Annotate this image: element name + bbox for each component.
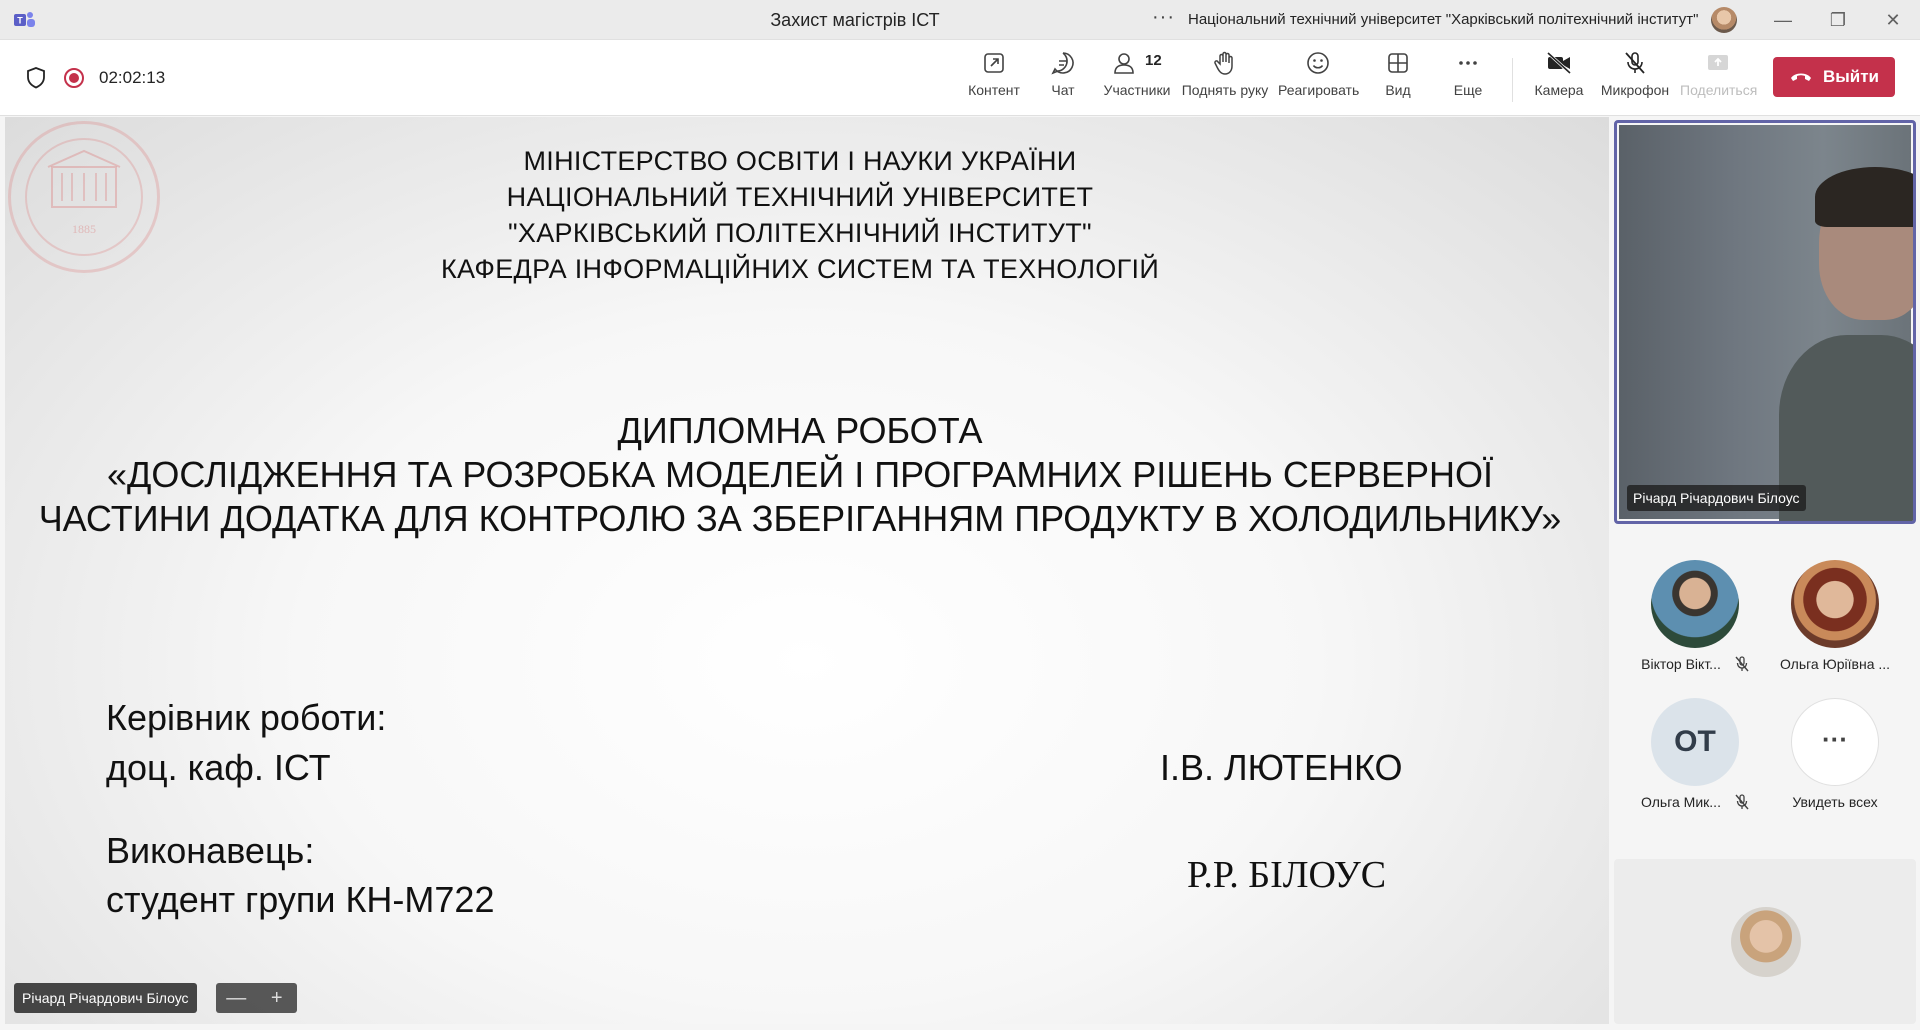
title-line: «ДОСЛІДЖЕННЯ ТА РОЗРОБКА МОДЕЛЕЙ І ПРОГР… [107, 454, 1493, 495]
header-line: "ХАРКІВСЬКИЙ ПОЛІТЕХНІЧНИЙ ІНСТИТУТ" [508, 218, 1092, 248]
supervisor-position: доц. каф. ІСТ [106, 747, 331, 788]
recording-indicator-icon [64, 68, 84, 88]
emoji-icon [1307, 52, 1329, 74]
header-line: МІНІСТЕРСТВО ОСВІТИ І НАУКИ УКРАЇНИ [523, 146, 1077, 176]
author-name: Р.Р. БІЛОУС [1187, 854, 1387, 896]
title-line: ЧАСТИНИ ДОДАТКА ДЛЯ КОНТРОЛЮ ЗА ЗБЕРІГАН… [38, 498, 1562, 539]
author-label: Виконавець: [106, 830, 315, 871]
avatar: ОТ [1651, 698, 1739, 786]
leave-button[interactable]: Выйти [1773, 57, 1895, 97]
microphone-button[interactable]: Микрофон [1600, 50, 1670, 110]
participants-panel: Річард Річардович Білоус Віктор Вікт... … [1610, 117, 1920, 1024]
content-label: Контент [968, 82, 1020, 98]
microphone-off-icon [1625, 52, 1645, 74]
camera-button[interactable]: Камера [1533, 50, 1585, 110]
raise-hand-label: Поднять руку [1181, 82, 1269, 98]
chat-button[interactable]: Чат [1044, 50, 1082, 110]
participant-name: Віктор Вікт... [1641, 656, 1721, 672]
meeting-timer: 02:02:13 [99, 68, 166, 87]
share-label: Поделиться [1680, 82, 1758, 98]
toolbar-divider [1512, 58, 1513, 102]
avatar [1791, 560, 1879, 648]
header-line: КАФЕДРА ІНФОРМАЦІЙНИХ СИСТЕМ ТА ТЕХНОЛОГ… [440, 254, 1160, 284]
self-view-tile[interactable] [1614, 859, 1916, 1024]
svg-text:T: T [17, 16, 23, 26]
participant-name: Ольга Мик... [1641, 794, 1721, 810]
hang-up-icon [1790, 73, 1811, 81]
zoom-controls: — + [216, 983, 297, 1013]
mic-muted-icon [1735, 656, 1749, 672]
header-line: НАЦІОНАЛЬНИЙ ТЕХНІЧНИЙ УНІВЕРСИТЕТ [506, 182, 1094, 212]
more-button[interactable]: Еще [1450, 50, 1486, 110]
shield-icon[interactable] [25, 66, 47, 90]
see-all-button[interactable]: ··· Увидеть всех [1765, 698, 1905, 816]
meeting-toolbar: 02:02:13 Контент Чат 12 Участники Поднят… [0, 40, 1920, 116]
react-button[interactable]: Реагировать [1278, 50, 1360, 110]
supervisor-label: Керівник роботи: [106, 697, 387, 738]
see-all-label: Увидеть всех [1792, 794, 1878, 810]
slide-title: ДИПЛОМНА РОБОТА «ДОСЛІДЖЕННЯ ТА РОЗРОБКА… [5, 409, 1595, 541]
avatar [1651, 560, 1739, 648]
view-label: Вид [1385, 82, 1411, 98]
raise-hand-icon [1214, 51, 1233, 75]
mic-muted-icon [1735, 794, 1749, 810]
participant-tile[interactable]: ОТ Ольга Мик... [1625, 698, 1765, 816]
more-label: Еще [1453, 82, 1483, 98]
participant-tile[interactable]: Віктор Вікт... [1625, 560, 1765, 678]
participant-name: Ольга Юріївна ... [1779, 656, 1891, 672]
microphone-label: Микрофон [1600, 82, 1670, 98]
more-horizontal-icon [1459, 61, 1477, 65]
minimize-button[interactable]: — [1768, 8, 1798, 32]
participant-tile[interactable]: Ольга Юріївна ... [1765, 560, 1905, 678]
zoom-out-button[interactable]: — [216, 983, 257, 1013]
camera-label: Камера [1534, 82, 1584, 98]
video-feed [1619, 125, 1913, 521]
people-icon [1114, 53, 1134, 74]
video-participant-name: Річард Річардович Білоус [1627, 485, 1806, 511]
react-label: Реагировать [1278, 82, 1360, 98]
organization-name[interactable]: Національний технічний університет "Харк… [1188, 11, 1698, 28]
camera-off-icon [1546, 51, 1572, 75]
author-group: студент групи КН-М722 [106, 879, 495, 920]
more-horizontal-icon: ··· [1791, 698, 1879, 786]
shared-content-stage: 1885 МІНІСТЕРСТВО ОСВІТИ І НАУКИ УКРАЇНИ… [5, 117, 1609, 1024]
share-content-icon [984, 53, 1004, 73]
title-line: ДИПЛОМНА РОБОТА [617, 410, 983, 451]
window-title: Захист магістрів ІСТ [770, 10, 940, 30]
presenter-name-tag: Річард Річардович Білоус [14, 983, 197, 1013]
avatar [1731, 907, 1801, 977]
share-button[interactable]: Поделиться [1680, 50, 1758, 110]
participant-count: 12 [1145, 52, 1162, 69]
zoom-in-button[interactable]: + [257, 983, 298, 1013]
grid-view-icon [1388, 53, 1408, 73]
chat-label: Чат [1051, 82, 1075, 98]
participants-label: Участники [1103, 82, 1171, 98]
raise-hand-button[interactable]: Поднять руку [1181, 50, 1269, 110]
active-speaker-video[interactable]: Річард Річардович Білоус [1614, 120, 1916, 524]
title-bar: T Захист магістрів ІСТ ··· Національний … [0, 0, 1920, 40]
slide-header: МІНІСТЕРСТВО ОСВІТИ І НАУКИ УКРАЇНИ НАЦІ… [5, 143, 1595, 287]
chat-icon [1051, 52, 1074, 75]
close-button[interactable]: ✕ [1878, 8, 1908, 32]
share-tray-icon [1708, 55, 1728, 70]
supervisor-name: І.В. ЛЮТЕНКО [1160, 747, 1403, 788]
restore-button[interactable]: ❐ [1823, 8, 1853, 32]
participants-button[interactable]: 12 Участники [1103, 50, 1171, 110]
leave-label: Выйти [1822, 67, 1880, 86]
account-avatar[interactable] [1711, 7, 1737, 33]
more-options-icon[interactable]: ··· [1152, 6, 1175, 29]
teams-app-icon: T [14, 12, 35, 27]
view-button[interactable]: Вид [1380, 50, 1416, 110]
content-button[interactable]: Контент [960, 50, 1028, 110]
